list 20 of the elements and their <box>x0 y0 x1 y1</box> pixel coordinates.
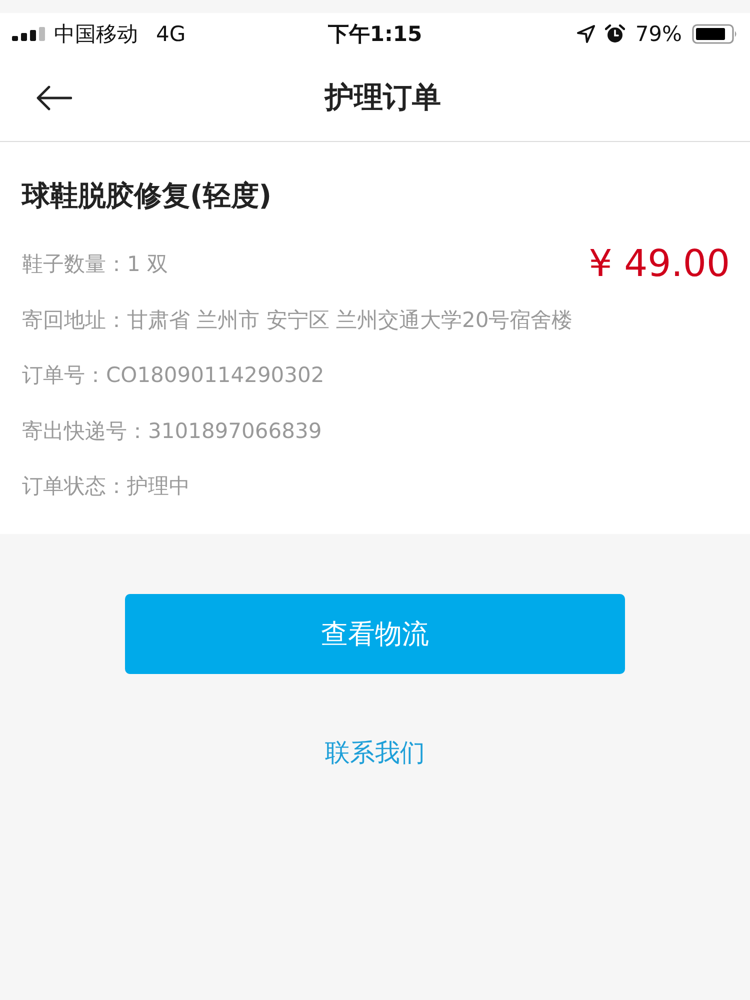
view-logistics-button[interactable]: 查看物流 <box>125 594 625 674</box>
order-detail: 订单号：CO18090114290302 <box>22 362 326 389</box>
order-detail: 寄回地址：甘肃省 兰州市 安宁区 兰州交通大学20号宿舍楼 <box>22 306 573 334</box>
network-type: 4G <box>156 22 186 46</box>
service-title: 球鞋脱胶修复(轻度) <box>22 178 273 214</box>
alarm-clock-icon <box>605 24 626 44</box>
battery-icon <box>692 24 738 44</box>
back-button[interactable] <box>36 85 72 111</box>
order-detail: 寄出快递号：3101897066839 <box>22 418 323 444</box>
order-price: ¥ 49.00 <box>588 244 730 284</box>
signal-icon <box>12 27 46 41</box>
order-detail: 订单状态：护理中 <box>22 473 191 500</box>
carrier-name: 中国移动 <box>54 21 138 48</box>
page-title: 护理订单 <box>325 79 441 116</box>
status-time: 下午1:15 <box>328 21 422 48</box>
battery-percent: 79% <box>635 22 682 46</box>
order-detail: 鞋子数量：1 双 <box>22 251 170 278</box>
location-arrow-icon <box>577 25 596 43</box>
back-arrow-icon <box>36 85 72 111</box>
contact-link[interactable]: 联系我们 <box>325 736 425 770</box>
